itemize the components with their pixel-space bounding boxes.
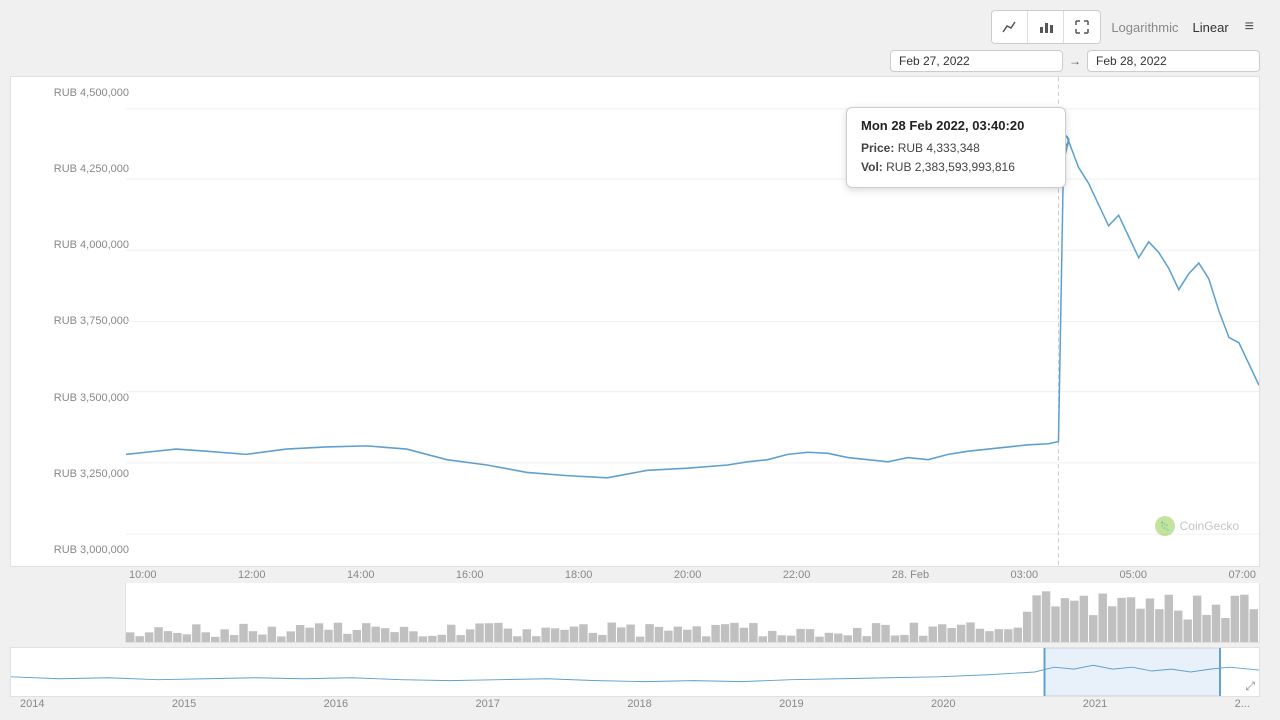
tooltip-price-value: RUB 4,333,348 [898, 141, 980, 155]
mini-x-2016: 2016 [324, 698, 348, 710]
chart-svg-area[interactable]: Mon 28 Feb 2022, 03:40:20 Price: RUB 4,3… [126, 77, 1259, 566]
line-chart-btn[interactable] [992, 11, 1028, 43]
x-label-6: 22:00 [783, 569, 811, 581]
mini-x-2017: 2017 [475, 698, 499, 710]
x-axis-row: 10:00 12:00 14:00 16:00 18:00 20:00 22:0… [125, 567, 1260, 583]
y-label-4: RUB 3,750,000 [19, 315, 129, 327]
date-from-input[interactable] [890, 50, 1063, 72]
expand-chart-btn[interactable] [1064, 11, 1100, 43]
coingecko-text: CoinGecko [1180, 519, 1239, 533]
date-range: → [10, 50, 1260, 72]
x-label-5: 20:00 [674, 569, 702, 581]
y-label-3: RUB 4,000,000 [19, 239, 129, 251]
date-arrow: → [1069, 54, 1081, 68]
main-chart-area: RUB 4,500,000 RUB 4,250,000 RUB 4,000,00… [10, 76, 1260, 567]
volume-bar-area [125, 583, 1260, 643]
x-label-8: 03:00 [1011, 569, 1039, 581]
tooltip-title: Mon 28 Feb 2022, 03:40:20 [861, 118, 1051, 133]
mini-chart-area[interactable]: ⤢ [10, 647, 1260, 697]
mini-x-2022: 2... [1235, 698, 1250, 710]
date-to-input[interactable] [1087, 50, 1260, 72]
mini-chart-expand-btn[interactable]: ⤢ [1245, 679, 1255, 694]
main-container: Logarithmic Linear ≡ → RUB 4,500,000 RUB… [0, 0, 1280, 720]
tooltip-price-row: Price: RUB 4,333,348 [861, 139, 1051, 158]
tooltip-price-label: Price: [861, 141, 894, 155]
mini-x-axis: 2014 2015 2016 2017 2018 2019 2020 2021 … [10, 698, 1260, 710]
coingecko-logo: 🦎 [1155, 516, 1175, 536]
x-label-10: 07:00 [1228, 569, 1256, 581]
bottom-section: ⤢ 2014 2015 2016 2017 2018 2019 2020 202… [10, 645, 1260, 710]
x-label-4: 18:00 [565, 569, 593, 581]
tooltip-vol-label: Vol: [861, 160, 883, 174]
tooltip: Mon 28 Feb 2022, 03:40:20 Price: RUB 4,3… [846, 107, 1066, 188]
logarithmic-btn[interactable]: Logarithmic [1107, 18, 1182, 37]
tooltip-vol-value: RUB 2,383,593,993,816 [886, 160, 1015, 174]
x-label-9: 05:00 [1120, 569, 1148, 581]
y-axis: RUB 4,500,000 RUB 4,250,000 RUB 4,000,00… [11, 77, 126, 566]
coingecko-watermark: 🦎 CoinGecko [1155, 516, 1239, 536]
mini-x-2014: 2014 [20, 698, 44, 710]
x-label-3: 16:00 [456, 569, 484, 581]
volume-svg [126, 583, 1259, 642]
mini-x-2015: 2015 [172, 698, 196, 710]
y-label-7: RUB 3,000,000 [19, 544, 129, 556]
chart-type-group [991, 10, 1101, 44]
mini-x-2018: 2018 [627, 698, 651, 710]
x-label-7: 28. Feb [892, 569, 929, 581]
linear-btn[interactable]: Linear [1189, 18, 1233, 37]
y-label-6: RUB 3,250,000 [19, 468, 129, 480]
y-label-1: RUB 4,500,000 [19, 87, 129, 99]
menu-btn[interactable]: ≡ [1239, 16, 1260, 38]
bar-chart-btn[interactable] [1028, 11, 1064, 43]
main-chart-svg [126, 77, 1259, 566]
tooltip-vol-row: Vol: RUB 2,383,593,993,816 [861, 158, 1051, 177]
mini-x-2020: 2020 [931, 698, 955, 710]
toolbar: Logarithmic Linear ≡ [10, 10, 1260, 44]
scale-controls: Logarithmic Linear ≡ [1107, 16, 1260, 38]
mini-x-2019: 2019 [779, 698, 803, 710]
x-label-1: 12:00 [238, 569, 266, 581]
y-label-5: RUB 3,500,000 [19, 392, 129, 404]
y-label-2: RUB 4,250,000 [19, 163, 129, 175]
chart-section: RUB 4,500,000 RUB 4,250,000 RUB 4,000,00… [10, 76, 1260, 643]
x-label-0: 10:00 [129, 569, 157, 581]
x-label-2: 14:00 [347, 569, 375, 581]
mini-x-2021: 2021 [1083, 698, 1107, 710]
mini-chart-svg [11, 648, 1259, 696]
